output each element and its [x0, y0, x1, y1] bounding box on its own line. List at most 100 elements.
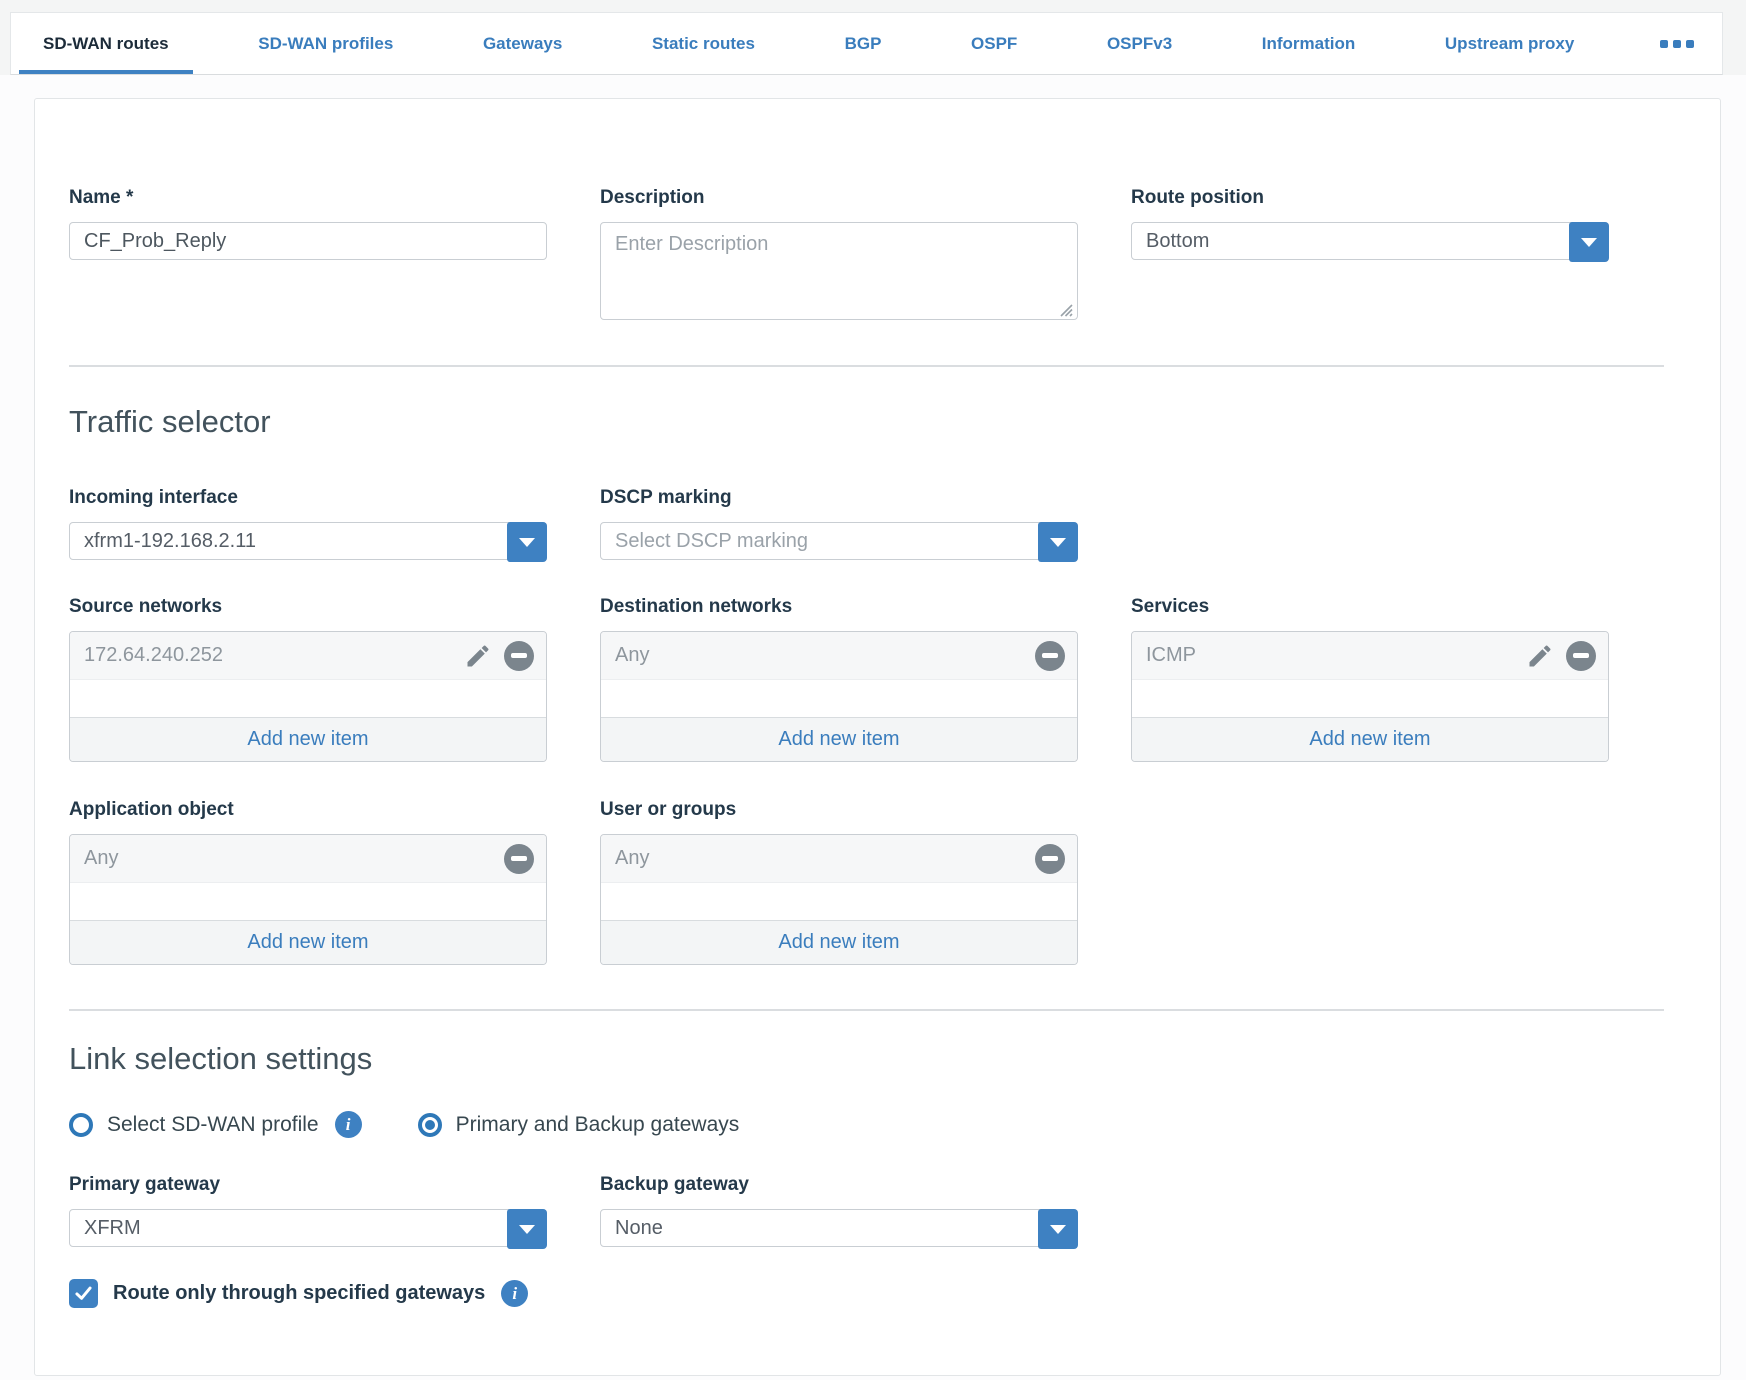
- link-selection-radio-row: Select SD-WAN profile i Primary and Back…: [69, 1111, 1664, 1138]
- application-object-group: Application object Any Add new item: [69, 799, 547, 965]
- listbox-empty-area: [1132, 680, 1608, 717]
- user-or-groups-listbox: Any Add new item: [600, 834, 1078, 965]
- add-new-item-button[interactable]: Add new item: [601, 717, 1077, 761]
- tab-gateways[interactable]: Gateways: [457, 13, 588, 74]
- tab-bgp[interactable]: BGP: [819, 13, 908, 74]
- description-textarea[interactable]: [600, 222, 1078, 320]
- caret-down-icon: [1050, 1225, 1066, 1234]
- incoming-interface-value: xfrm1-192.168.2.11: [84, 530, 256, 553]
- listbox-empty-area: [70, 680, 546, 717]
- radio-primary-backup-gateways[interactable]: Primary and Backup gateways: [418, 1113, 740, 1137]
- info-icon[interactable]: i: [501, 1280, 528, 1307]
- resize-handle-icon[interactable]: [1057, 301, 1073, 317]
- caret-down-icon: [1050, 538, 1066, 547]
- interface-dscp-row: Incoming interface xfrm1-192.168.2.11 DS…: [69, 487, 1664, 560]
- radio-button-icon[interactable]: [69, 1113, 93, 1137]
- list-item-text: ICMP: [1146, 644, 1196, 667]
- name-input[interactable]: [69, 222, 547, 260]
- route-position-value: Bottom: [1146, 230, 1209, 253]
- dscp-placeholder-value: Select DSCP marking: [615, 530, 808, 553]
- list-item-text: Any: [615, 847, 649, 870]
- dscp-select[interactable]: Select DSCP marking: [600, 522, 1078, 560]
- description-label: Description: [600, 187, 1078, 209]
- add-new-item-button[interactable]: Add new item: [1132, 717, 1608, 761]
- application-object-listbox: Any Add new item: [69, 834, 547, 965]
- backup-gateway-field-group: Backup gateway None: [600, 1174, 1078, 1247]
- primary-gateway-value: XFRM: [84, 1217, 141, 1240]
- remove-item-icon[interactable]: [504, 844, 534, 874]
- radio-label: Primary and Backup gateways: [456, 1113, 740, 1137]
- route-position-select[interactable]: Bottom: [1131, 222, 1609, 260]
- list-item: 172.64.240.252: [70, 632, 546, 680]
- primary-gateway-select[interactable]: XFRM: [69, 1209, 547, 1247]
- list-item: Any: [601, 835, 1077, 883]
- gateway-selects-row: Primary gateway XFRM Backup gateway None: [69, 1174, 1664, 1247]
- route-position-dropdown-button[interactable]: [1569, 222, 1609, 262]
- description-field-group: Description: [600, 187, 1078, 325]
- remove-item-icon[interactable]: [1035, 641, 1065, 671]
- services-label: Services: [1131, 596, 1609, 618]
- primary-gateway-label: Primary gateway: [69, 1174, 547, 1196]
- list-item: ICMP: [1132, 632, 1608, 680]
- tab-upstream-proxy[interactable]: Upstream proxy: [1419, 13, 1600, 74]
- backup-gateway-label: Backup gateway: [600, 1174, 1078, 1196]
- edit-pencil-icon[interactable]: [1526, 642, 1554, 670]
- backup-gateway-value: None: [615, 1217, 663, 1240]
- caret-down-icon: [519, 538, 535, 547]
- route-only-label: Route only through specified gateways: [113, 1282, 485, 1305]
- sdwan-route-form-panel: Name * Description Route position Bottom: [34, 98, 1721, 1376]
- list-item: Any: [601, 632, 1077, 680]
- tab-ospfv3[interactable]: OSPFv3: [1081, 13, 1198, 74]
- name-label: Name *: [69, 187, 547, 209]
- add-new-item-button[interactable]: Add new item: [70, 717, 546, 761]
- section-divider: [69, 1009, 1664, 1011]
- info-icon[interactable]: i: [335, 1111, 362, 1138]
- destination-networks-label: Destination networks: [600, 596, 1078, 618]
- networks-services-row: Source networks 172.64.240.252 Add new i…: [69, 596, 1664, 762]
- ellipsis-icon: [1660, 40, 1668, 48]
- more-tabs-button[interactable]: [1638, 13, 1716, 74]
- source-networks-listbox: 172.64.240.252 Add new item: [69, 631, 547, 762]
- radio-button-icon[interactable]: [418, 1113, 442, 1137]
- link-selection-heading: Link selection settings: [69, 1041, 1664, 1077]
- destination-networks-listbox: Any Add new item: [600, 631, 1078, 762]
- route-position-label: Route position: [1131, 187, 1609, 209]
- tab-static-routes[interactable]: Static routes: [626, 13, 781, 74]
- traffic-selector-heading: Traffic selector: [69, 404, 1664, 440]
- services-group: Services ICMP Add new item: [1131, 596, 1609, 762]
- incoming-interface-select[interactable]: xfrm1-192.168.2.11: [69, 522, 547, 560]
- radio-label: Select SD-WAN profile: [107, 1113, 319, 1137]
- remove-item-icon[interactable]: [1035, 844, 1065, 874]
- application-object-label: Application object: [69, 799, 547, 821]
- add-new-item-button[interactable]: Add new item: [70, 920, 546, 964]
- tab-ospf[interactable]: OSPF: [945, 13, 1043, 74]
- dscp-dropdown-button[interactable]: [1038, 522, 1078, 562]
- remove-item-icon[interactable]: [1566, 641, 1596, 671]
- ellipsis-icon: [1686, 40, 1694, 48]
- backup-gateway-dropdown-button[interactable]: [1038, 1209, 1078, 1249]
- list-item-text: Any: [84, 847, 118, 870]
- services-listbox: ICMP Add new item: [1131, 631, 1609, 762]
- radio-select-sdwan-profile[interactable]: Select SD-WAN profile i: [69, 1111, 362, 1138]
- route-position-field-group: Route position Bottom: [1131, 187, 1609, 260]
- edit-pencil-icon[interactable]: [464, 642, 492, 670]
- tab-sdwan-routes[interactable]: SD-WAN routes: [17, 13, 195, 74]
- incoming-interface-dropdown-button[interactable]: [507, 522, 547, 562]
- tab-sdwan-profiles[interactable]: SD-WAN profiles: [232, 13, 419, 74]
- user-or-groups-label: User or groups: [600, 799, 1078, 821]
- application-users-row: Application object Any Add new item User…: [69, 799, 1664, 965]
- primary-gateway-dropdown-button[interactable]: [507, 1209, 547, 1249]
- listbox-empty-area: [601, 680, 1077, 717]
- tab-information[interactable]: Information: [1236, 13, 1382, 74]
- remove-item-icon[interactable]: [504, 641, 534, 671]
- add-new-item-button[interactable]: Add new item: [601, 920, 1077, 964]
- caret-down-icon: [519, 1225, 535, 1234]
- incoming-interface-field-group: Incoming interface xfrm1-192.168.2.11: [69, 487, 547, 560]
- route-only-checkbox-row[interactable]: Route only through specified gateways i: [69, 1279, 1664, 1308]
- checkbox-checked-icon[interactable]: [69, 1279, 98, 1308]
- backup-gateway-select[interactable]: None: [600, 1209, 1078, 1247]
- ellipsis-icon: [1673, 40, 1681, 48]
- destination-networks-group: Destination networks Any Add new item: [600, 596, 1078, 762]
- user-or-groups-group: User or groups Any Add new item: [600, 799, 1078, 965]
- list-item: Any: [70, 835, 546, 883]
